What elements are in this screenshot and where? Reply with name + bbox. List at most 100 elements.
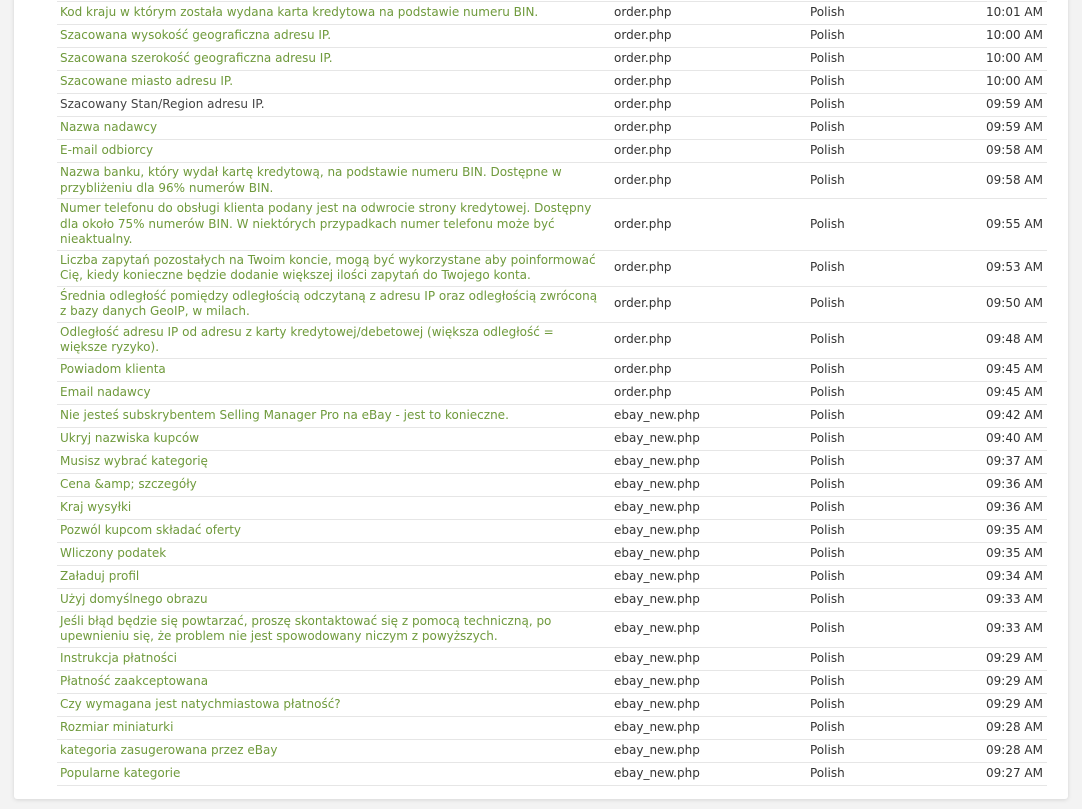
time-cell: 09:29 AM [957,670,1047,694]
language-cell: Polish [807,139,957,163]
time-cell: 09:34 AM [957,565,1047,589]
file-name-cell: order.php [612,162,807,199]
file-name-cell: order.php [612,322,807,359]
time-cell: 09:48 AM [957,322,1047,359]
translation-text-link[interactable]: Nazwa banku, który wydał kartę kredytową… [57,162,612,199]
language-cell: Polish [807,693,957,717]
translation-text-link[interactable]: E-mail odbiorcy [57,139,612,163]
file-name-cell: ebay_new.php [612,542,807,566]
translation-text-link[interactable]: Popularne kategorie [57,762,612,786]
table-row: Nazwa nadawcy order.php Polish 09:59 AM [57,116,1047,140]
translation-text-link[interactable]: Email nadawcy [57,381,612,405]
language-cell: Polish [807,611,957,648]
table-row: Odległość adresu IP od adresu z karty kr… [57,322,1047,359]
language-cell: Polish [807,250,957,287]
translation-text-link[interactable]: Odległość adresu IP od adresu z karty kr… [57,322,612,359]
language-cell: Polish [807,47,957,71]
translation-text-link[interactable]: Średnia odległość pomiędzy odległością o… [57,286,612,323]
translation-text-link[interactable]: Ukryj nazwiska kupców [57,427,612,451]
table-row: Instrukcja płatności ebay_new.php Polish 09… [57,647,1047,671]
time-cell: 10:01 AM [957,1,1047,25]
file-name-cell: ebay_new.php [612,519,807,543]
file-name-cell: order.php [612,1,807,25]
translation-text-link[interactable]: Liczba zapytań pozostałych na Twoim konc… [57,250,612,287]
file-name-cell: order.php [612,198,807,251]
language-cell: Polish [807,739,957,763]
table-row: Użyj domyślnego obrazu ebay_new.php Polish… [57,588,1047,612]
time-cell: 09:27 AM [957,762,1047,786]
language-cell: Polish [807,450,957,474]
table-row: Cena &amp; szczegóły ebay_new.php Polish 09… [57,473,1047,497]
time-cell: 09:55 AM [957,198,1047,251]
translation-text-link[interactable]: kategoria zasugerowana przez eBay [57,739,612,763]
table-row: Szacowane miasto adresu IP. order.php Poli… [57,70,1047,94]
table-row: Załaduj profil ebay_new.php Polish 09:34 AM [57,565,1047,589]
translation-text-link[interactable]: Jeśli błąd będzie się powtarzać, proszę … [57,611,612,648]
translations-log-body: Kod kraju w którym została wydana karta … [57,1,1047,786]
file-name-cell: ebay_new.php [612,565,807,589]
translation-text-link[interactable]: Nazwa nadawcy [57,116,612,140]
language-cell: Polish [807,427,957,451]
file-name-cell: order.php [612,250,807,287]
table-row: Kod kraju w którym została wydana karta … [57,1,1047,25]
translation-text: Szacowany Stan/Region adresu IP. [57,93,612,117]
table-row: Szacowana wysokość geograficzna adresu I… [57,24,1047,48]
translation-text-link[interactable]: Załaduj profil [57,565,612,589]
translation-text-link[interactable]: Szacowana wysokość geograficzna adresu I… [57,24,612,48]
table-row: Kraj wysyłki ebay_new.php Polish 09:36 AM [57,496,1047,520]
file-name-cell: ebay_new.php [612,404,807,428]
file-name-cell: ebay_new.php [612,670,807,694]
translation-text-link[interactable]: Numer telefonu do obsługi klienta podany… [57,198,612,251]
translation-text-link[interactable]: Cena &amp; szczegóły [57,473,612,497]
time-cell: 09:29 AM [957,647,1047,671]
table-row: Popularne kategorie ebay_new.php Polish 09:… [57,762,1047,786]
translation-text-link[interactable]: Płatność zaakceptowana [57,670,612,694]
translation-text-link[interactable]: Użyj domyślnego obrazu [57,588,612,612]
language-cell: Polish [807,542,957,566]
table-row: Nazwa banku, który wydał kartę kredytową… [57,162,1047,199]
time-cell: 09:59 AM [957,93,1047,117]
translation-text-link[interactable]: Pozwól kupcom składać oferty [57,519,612,543]
translation-text-link[interactable]: Kod kraju w którym została wydana karta … [57,1,612,25]
language-cell: Polish [807,381,957,405]
file-name-cell: ebay_new.php [612,427,807,451]
file-name-cell: order.php [612,116,807,140]
translation-text-link[interactable]: Szacowana szerokość geograficzna adresu … [57,47,612,71]
file-name-cell: ebay_new.php [612,716,807,740]
translation-text-link[interactable]: Rozmiar miniaturki [57,716,612,740]
file-name-cell: order.php [612,381,807,405]
language-cell: Polish [807,116,957,140]
file-name-cell: ebay_new.php [612,588,807,612]
time-cell: 09:35 AM [957,542,1047,566]
table-row: Nie jesteś subskrybentem Selling Manager… [57,404,1047,428]
file-name-cell: ebay_new.php [612,473,807,497]
translation-text-link[interactable]: Musisz wybrać kategorię [57,450,612,474]
table-row: Szacowana szerokość geograficzna adresu … [57,47,1047,71]
language-cell: Polish [807,404,957,428]
translation-text-link[interactable]: Nie jesteś subskrybentem Selling Manager… [57,404,612,428]
table-row: Rozmiar miniaturki ebay_new.php Polish 09:2… [57,716,1047,740]
translation-text-link[interactable]: Powiadom klienta [57,358,612,382]
time-cell: 09:36 AM [957,473,1047,497]
table-row: Wliczony podatek ebay_new.php Polish 09:35 … [57,542,1047,566]
translations-log-panel: Kod kraju w którym została wydana karta … [14,0,1068,799]
language-cell: Polish [807,198,957,251]
translation-text-link[interactable]: Wliczony podatek [57,542,612,566]
language-cell: Polish [807,565,957,589]
file-name-cell: ebay_new.php [612,450,807,474]
language-cell: Polish [807,162,957,199]
table-row: Liczba zapytań pozostałych na Twoim konc… [57,250,1047,287]
translation-text-link[interactable]: Instrukcja płatności [57,647,612,671]
time-cell: 09:58 AM [957,162,1047,199]
time-cell: 09:53 AM [957,250,1047,287]
table-row: Musisz wybrać kategorię ebay_new.php Polis… [57,450,1047,474]
language-cell: Polish [807,670,957,694]
file-name-cell: ebay_new.php [612,647,807,671]
file-name-cell: ebay_new.php [612,739,807,763]
file-name-cell: order.php [612,358,807,382]
language-cell: Polish [807,1,957,25]
language-cell: Polish [807,647,957,671]
translation-text-link[interactable]: Czy wymagana jest natychmiastowa płatnoś… [57,693,612,717]
translation-text-link[interactable]: Szacowane miasto adresu IP. [57,70,612,94]
translation-text-link[interactable]: Kraj wysyłki [57,496,612,520]
